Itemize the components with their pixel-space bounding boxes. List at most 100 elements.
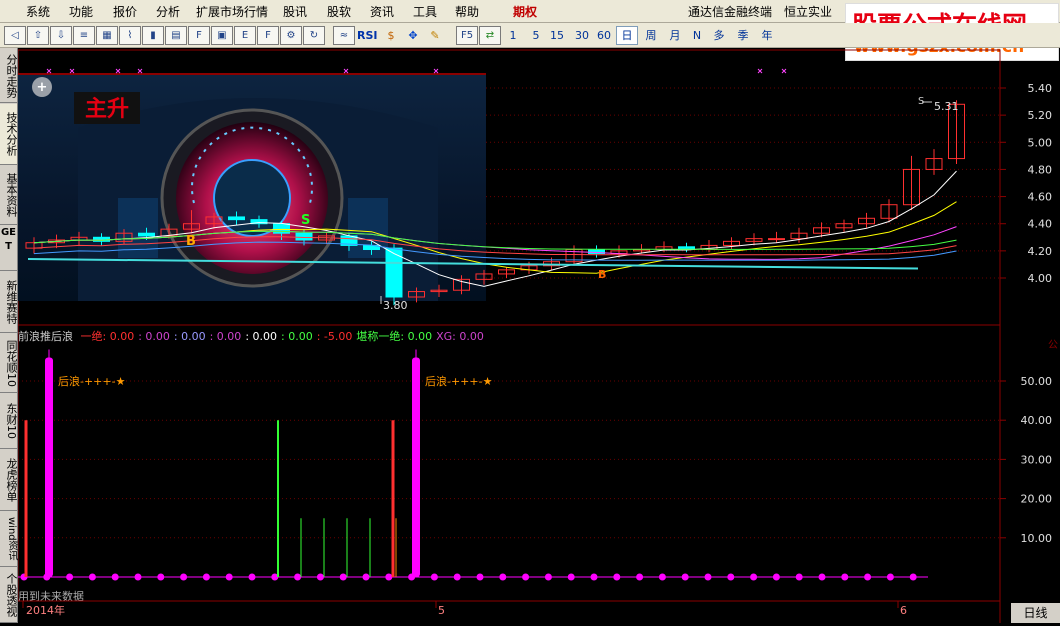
high-price-label: 5.31: [934, 100, 959, 113]
period-year[interactable]: 年: [756, 26, 778, 45]
stock-name: 恒立实业: [784, 5, 833, 19]
menu-options[interactable]: 期权: [513, 3, 537, 20]
menu-quote[interactable]: 报价: [113, 3, 137, 20]
indicator-dot: [864, 573, 872, 581]
period-60[interactable]: 60: [593, 26, 615, 45]
indicator-dot: [658, 573, 666, 581]
candle-icon[interactable]: ▮: [142, 26, 164, 45]
period-15[interactable]: 15: [546, 26, 568, 45]
f10-icon[interactable]: F: [188, 26, 210, 45]
tab-wind[interactable]: wind资讯: [0, 512, 17, 567]
indicator-icon[interactable]: ≈: [333, 26, 355, 45]
menu-tools[interactable]: 工具: [413, 3, 437, 20]
indicator-dot: [795, 573, 803, 581]
wave-label-2: 后浪-+++-★: [425, 374, 493, 388]
tab-daily[interactable]: 日线: [1011, 603, 1060, 623]
indicator-dot: [636, 573, 644, 581]
tab-dragon-tiger[interactable]: 龙虎榜单: [0, 450, 18, 511]
dollar-icon[interactable]: $: [380, 26, 402, 45]
tab-timeshare[interactable]: 分时走势: [0, 50, 18, 103]
indicator-dot: [294, 573, 302, 581]
indicator-dot: [362, 573, 370, 581]
f5-button[interactable]: F5: [456, 26, 478, 45]
tab-fundamental[interactable]: 基本资料: [0, 166, 18, 225]
upper-yaxis: 5.40 5.20 5.00 4.80 4.60 4.40 4.20 4.00: [1000, 82, 1052, 285]
menu-stock-news[interactable]: 股讯: [283, 3, 307, 20]
xaxis-label-year: 2014年: [26, 603, 65, 617]
yaxis-tick-label: 30.00: [1021, 453, 1053, 466]
back-arrow-icon[interactable]: ◁: [4, 26, 26, 45]
yaxis-tick-label: 40.00: [1021, 414, 1053, 427]
indicator-dot: [772, 573, 780, 581]
tab-get[interactable]: GET: [0, 226, 17, 271]
tab-technical[interactable]: 技术分析: [0, 104, 18, 165]
menu-system[interactable]: 系统: [26, 3, 50, 20]
grid-icon[interactable]: ▦: [96, 26, 118, 45]
indicator-dot: [522, 573, 530, 581]
document-icon[interactable]: ▣: [211, 26, 233, 45]
period-day[interactable]: 日: [616, 26, 638, 45]
lower-yaxis: 50.00 40.00 30.00 20.00 10.00: [1000, 375, 1052, 545]
yaxis-tick-label: 20.00: [1021, 493, 1053, 506]
lower-panel-frame: [17, 324, 1001, 602]
candle-body: [295, 232, 313, 241]
legend-entry: 一绝: 0.00: [80, 330, 135, 343]
sidebar: 分时走势 技术分析 基本资料 GET 新维赛特 同花顺10 东财10 龙虎榜单 …: [0, 48, 18, 623]
candle-body: [138, 232, 155, 237]
period-multi[interactable]: 多: [708, 26, 730, 45]
legend-entry: : 0.00: [281, 330, 313, 343]
tab-eastmoney10[interactable]: 东财10: [0, 394, 18, 449]
f12-icon[interactable]: F: [257, 26, 279, 45]
line-chart-icon[interactable]: ⌇: [119, 26, 141, 45]
photo-brand-text: 主升: [85, 96, 129, 122]
yaxis-tick-label: 5.20: [1028, 109, 1053, 122]
buy-marker-1: B: [186, 234, 196, 249]
menu-info[interactable]: 资讯: [370, 3, 394, 20]
tab-ths10[interactable]: 同花顺10: [0, 334, 18, 393]
down-arrow-icon[interactable]: ⇩: [50, 26, 72, 45]
indicator-dot: [316, 573, 324, 581]
table-icon[interactable]: ▤: [165, 26, 187, 45]
period-30[interactable]: 30: [571, 26, 593, 45]
indicator-dot: [430, 573, 438, 581]
menu-extended-market[interactable]: 扩展市场行情: [196, 3, 268, 20]
refresh-icon[interactable]: ↻: [303, 26, 325, 45]
indicator-dot: [567, 573, 575, 581]
yaxis-tick-label: 5.40: [1028, 82, 1053, 95]
period-5[interactable]: 5: [525, 26, 547, 45]
toolbar: ◁ ⇧ ⇩ ≡ ▦ ⌇ ▮ ▤ F ▣ E F ⚙ ↻ ≈ RSI $ ✥ ✎ …: [0, 23, 1060, 48]
indicator-name: 前浪推后浪: [18, 330, 73, 343]
menu-stock-software[interactable]: 股软: [327, 3, 351, 20]
tools-icon[interactable]: ⚙: [280, 26, 302, 45]
yaxis-tick-label: 4.20: [1028, 245, 1053, 258]
switch-icon[interactable]: ⇄: [479, 26, 501, 45]
sell-marker-1: S: [301, 213, 310, 228]
period-1[interactable]: 1: [502, 26, 524, 45]
indicator-dot: [886, 573, 894, 581]
period-n[interactable]: N: [686, 26, 708, 45]
report-icon[interactable]: E: [234, 26, 256, 45]
menu-function[interactable]: 功能: [69, 3, 93, 20]
up-arrow-icon[interactable]: ⇧: [27, 26, 49, 45]
period-week[interactable]: 周: [640, 26, 662, 45]
xaxis-label-may: 5: [438, 604, 445, 617]
legend-entry: : 0.00: [173, 330, 206, 343]
indicator-dot: [339, 573, 347, 581]
yaxis-tick-label: 50.00: [1021, 375, 1053, 388]
indicator-dot: [727, 573, 735, 581]
indicator-dot: [66, 573, 74, 581]
menu-help[interactable]: 帮助: [455, 3, 479, 20]
move-icon[interactable]: ✥: [402, 26, 424, 45]
indicator-dot: [88, 573, 96, 581]
period-quarter[interactable]: 季: [732, 26, 754, 45]
rsi-button[interactable]: RSI: [354, 26, 381, 45]
pencil-icon[interactable]: ✎: [424, 26, 446, 45]
list-icon[interactable]: ≡: [73, 26, 95, 45]
xaxis-label-june: 6: [900, 604, 907, 617]
period-month[interactable]: 月: [664, 26, 686, 45]
menu-analysis[interactable]: 分析: [156, 3, 180, 20]
tab-newvision[interactable]: 新维赛特: [0, 272, 18, 333]
yaxis-tick-label: 10.00: [1021, 532, 1053, 545]
tab-stock-xray[interactable]: 个股透视: [0, 568, 18, 623]
candle-body: [228, 216, 245, 221]
